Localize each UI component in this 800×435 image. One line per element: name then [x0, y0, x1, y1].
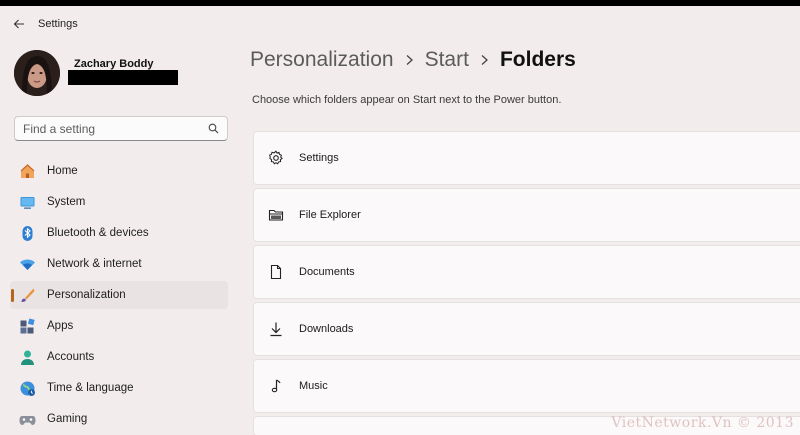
breadcrumb: Personalization Start Folders: [250, 48, 576, 72]
back-button[interactable]: [2, 9, 36, 39]
sidebar-item-home[interactable]: Home: [10, 157, 228, 185]
sidebar-item-label: System: [47, 196, 86, 208]
folder-row-music[interactable]: Music: [253, 359, 800, 413]
sidebar-item-network[interactable]: Network & internet: [10, 250, 228, 278]
sidebar-item-label: Bluetooth & devices: [47, 227, 149, 239]
music-icon: [267, 377, 285, 395]
sidebar-item-label: Time & language: [47, 382, 134, 394]
document-icon: [267, 263, 285, 281]
title-bar: Settings: [0, 6, 800, 42]
sidebar-item-bluetooth[interactable]: Bluetooth & devices: [10, 219, 228, 247]
folder-row-label: Downloads: [299, 323, 354, 335]
sidebar-item-label: Gaming: [47, 413, 88, 425]
folder-row-label: Documents: [299, 266, 355, 278]
folders-list: Settings File Explorer Documents Downloa…: [253, 131, 800, 435]
folder-row-documents[interactable]: Documents: [253, 245, 800, 299]
selection-indicator: [11, 289, 14, 302]
sidebar-item-label: Personalization: [47, 289, 126, 301]
page-description: Choose which folders appear on Start nex…: [252, 94, 562, 106]
avatar: [14, 50, 60, 96]
globe-icon: [19, 380, 36, 397]
accounts-icon: [19, 349, 36, 366]
search-input[interactable]: [23, 121, 208, 136]
watermark: VietNetwork.Vn © 2013: [611, 415, 794, 431]
sidebar-item-label: Home: [47, 165, 78, 177]
sidebar-item-label: Accounts: [47, 351, 95, 363]
search-icon[interactable]: [208, 123, 219, 134]
wifi-icon: [19, 256, 36, 273]
folder-row-file-explorer[interactable]: File Explorer: [253, 188, 800, 242]
sidebar-item-apps[interactable]: Apps: [10, 312, 228, 340]
redacted-email: [68, 69, 178, 85]
search-box[interactable]: [14, 116, 228, 141]
bluetooth-icon: [19, 225, 36, 242]
user-profile[interactable]: Zachary Boddy: [14, 50, 178, 96]
brush-icon: [19, 287, 36, 304]
chevron-right-icon: [405, 54, 414, 66]
sidebar-item-gaming[interactable]: Gaming: [10, 405, 228, 433]
folder-row-downloads[interactable]: Downloads: [253, 302, 800, 356]
sidebar-item-label: Network & internet: [47, 258, 142, 270]
breadcrumb-personalization[interactable]: Personalization: [250, 48, 394, 72]
download-icon: [267, 320, 285, 338]
folder-row-label: Music: [299, 380, 328, 392]
folder-row-settings[interactable]: Settings: [253, 131, 800, 185]
apps-icon: [19, 317, 36, 335]
folder-row-label: Settings: [299, 152, 339, 164]
arrow-left-icon: [13, 19, 24, 29]
sidebar-item-personalization[interactable]: Personalization: [10, 281, 228, 309]
gamepad-icon: [19, 411, 36, 428]
folder-row-label: File Explorer: [299, 209, 361, 221]
page-title: Folders: [499, 48, 576, 71]
gear-icon: [267, 149, 285, 167]
chevron-right-icon: [480, 54, 489, 66]
system-icon: [19, 194, 36, 211]
sidebar-nav: Home System Bluetooth & devices Network …: [10, 157, 228, 435]
home-icon: [19, 163, 36, 180]
app-title: Settings: [38, 18, 78, 30]
folder-icon: [267, 206, 285, 224]
sidebar-item-time-language[interactable]: Time & language: [10, 374, 228, 402]
profile-details: Zachary Boddy: [68, 58, 178, 85]
profile-name: Zachary Boddy: [74, 57, 154, 70]
sidebar-item-label: Apps: [47, 320, 74, 332]
sidebar-item-system[interactable]: System: [10, 188, 228, 216]
sidebar-item-accounts[interactable]: Accounts: [10, 343, 228, 371]
breadcrumb-start[interactable]: Start: [425, 48, 469, 72]
